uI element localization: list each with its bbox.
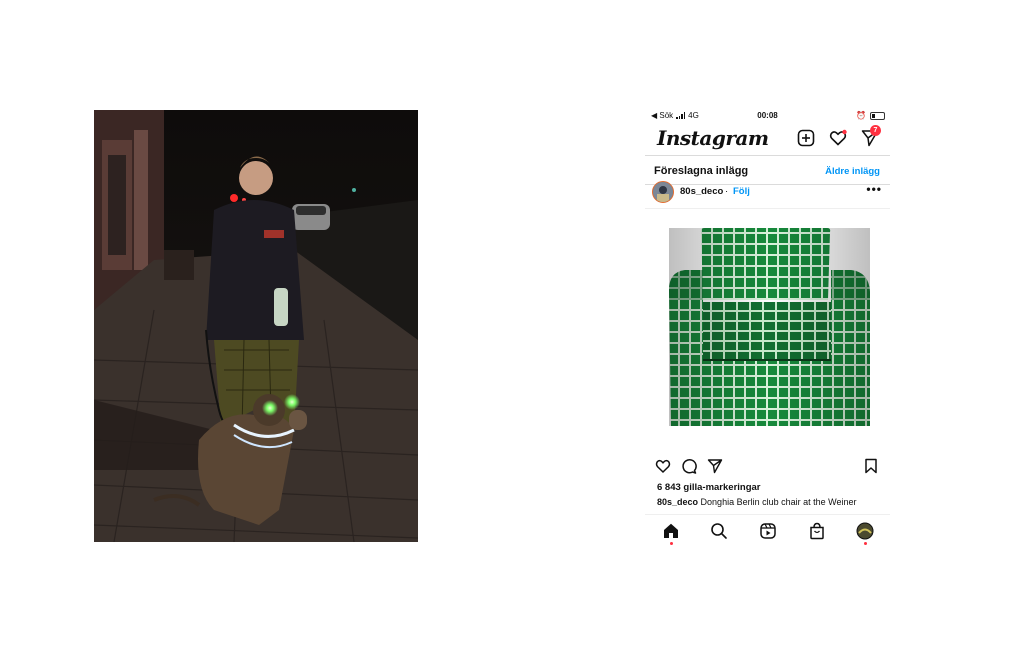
home-notification-dot: [669, 542, 673, 545]
add-post-icon[interactable]: [797, 129, 815, 147]
instagram-screenshot: ◀ Sök 4G 00:08 ⏰ Instagram 7 Föreslagna …: [645, 108, 890, 548]
share-icon[interactable]: [707, 458, 723, 474]
alarm-icon: ⏰: [856, 111, 866, 120]
older-posts-link[interactable]: Äldre inlägg: [825, 166, 880, 177]
armchair-image: [669, 228, 870, 426]
status-bar: ◀ Sök 4G 00:08 ⏰: [645, 108, 890, 124]
post-avatar[interactable]: [652, 181, 674, 203]
profile-notification-dot: [863, 542, 867, 545]
night-photo: [94, 110, 418, 542]
battery-icon: [870, 111, 885, 120]
post-caption: 80s_deco Donghia Berlin club chair at th…: [657, 497, 856, 507]
more-options-icon[interactable]: •••: [866, 182, 882, 196]
like-icon[interactable]: [655, 458, 671, 474]
reels-icon[interactable]: [759, 522, 777, 540]
bottom-tab-bar: [645, 514, 890, 549]
post-header: 80s_deco · Följ •••: [645, 181, 890, 207]
comment-icon[interactable]: [681, 458, 697, 474]
suggested-posts-bar: Föreslagna inlägg Äldre inlägg: [645, 160, 890, 182]
clock: 00:08: [757, 111, 778, 120]
app-header: Instagram 7: [645, 124, 890, 154]
separator-dot: ·: [725, 186, 729, 197]
header-divider: [645, 155, 890, 156]
post-image[interactable]: [645, 210, 890, 455]
shop-icon[interactable]: [808, 522, 826, 540]
follow-button[interactable]: Följ: [733, 186, 750, 197]
post-username[interactable]: 80s_deco: [680, 186, 723, 197]
caption-text: Donghia Berlin club chair at the Weiner: [700, 497, 857, 507]
likes-count[interactable]: 6 843 gilla-markeringar: [657, 482, 761, 493]
caption-username[interactable]: 80s_deco: [657, 497, 698, 507]
profile-avatar[interactable]: [856, 522, 874, 540]
post-header-divider: [645, 208, 890, 209]
search-icon[interactable]: [710, 522, 728, 540]
heart-icon[interactable]: [829, 129, 847, 147]
home-icon[interactable]: [662, 522, 680, 540]
messages-badge: 7: [870, 125, 881, 136]
suggested-title: Föreslagna inlägg: [654, 165, 749, 177]
instagram-logo[interactable]: Instagram: [657, 126, 769, 150]
bookmark-icon[interactable]: [863, 458, 879, 474]
post-actions: [645, 458, 890, 478]
